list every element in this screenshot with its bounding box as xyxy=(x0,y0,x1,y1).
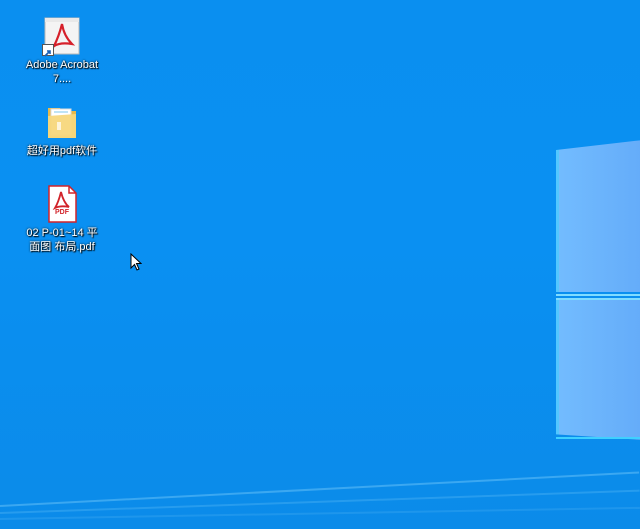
pdf-file-icon: PDF xyxy=(42,184,82,224)
windows-logo-pane-bottom xyxy=(556,300,640,440)
acrobat-shortcut-icon xyxy=(42,16,82,57)
shortcut-arrow-icon xyxy=(42,44,54,57)
desktop-icon-label: Adobe Acrobat 7.... xyxy=(25,59,99,85)
logo-edge-line xyxy=(556,298,640,300)
desktop-icon-label: 超好用pdf软件 xyxy=(26,145,98,157)
logo-edge-line xyxy=(556,294,640,296)
logo-edge-line xyxy=(556,437,640,439)
folder-icon xyxy=(42,102,82,142)
mouse-cursor-icon xyxy=(130,252,143,271)
pdf-badge-text: PDF xyxy=(55,209,69,216)
desktop-icon-label: 02 P-01~14 平面图 布局.pdf xyxy=(26,227,98,253)
windows-logo-pane-top xyxy=(556,140,640,292)
desktop-icon-adobe-acrobat[interactable]: Adobe Acrobat 7.... xyxy=(24,16,100,86)
desktop-icon-pdf-file[interactable]: PDF 02 P-01~14 平面图 布局.pdf xyxy=(24,184,100,254)
desktop-background[interactable]: Adobe Acrobat 7.... 超好用pdf软件 PDF 02 P-01… xyxy=(0,0,640,529)
desktop-icon-folder[interactable]: 超好用pdf软件 xyxy=(24,102,100,158)
